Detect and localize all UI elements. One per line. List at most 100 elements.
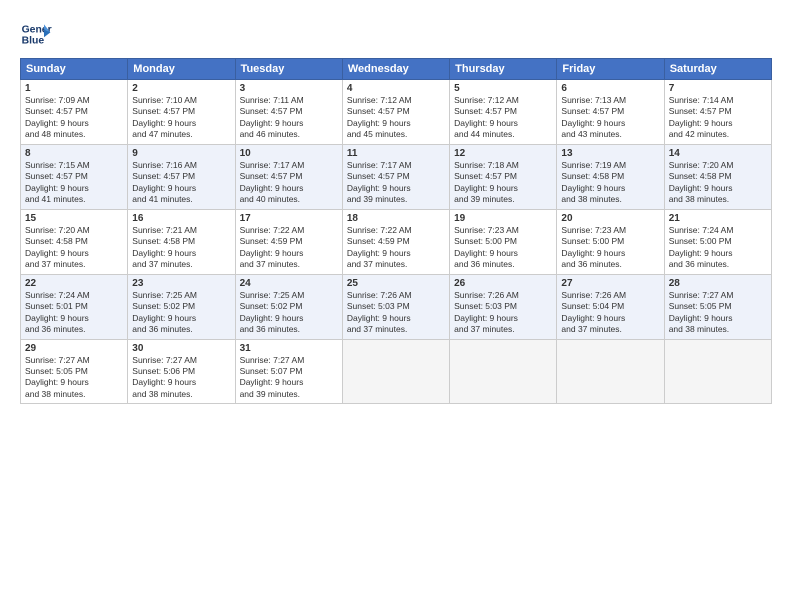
day-number: 24 bbox=[240, 278, 338, 289]
day-number: 20 bbox=[561, 213, 659, 224]
calendar-cell: 13Sunrise: 7:19 AM Sunset: 4:58 PM Dayli… bbox=[557, 144, 664, 209]
calendar-cell: 15Sunrise: 7:20 AM Sunset: 4:58 PM Dayli… bbox=[21, 209, 128, 274]
col-header-monday: Monday bbox=[128, 59, 235, 80]
day-number: 1 bbox=[25, 83, 123, 94]
day-info: Sunrise: 7:20 AM Sunset: 4:58 PM Dayligh… bbox=[669, 160, 767, 206]
day-info: Sunrise: 7:26 AM Sunset: 5:04 PM Dayligh… bbox=[561, 290, 659, 336]
logo: General Blue bbox=[20, 18, 52, 50]
calendar-cell: 27Sunrise: 7:26 AM Sunset: 5:04 PM Dayli… bbox=[557, 274, 664, 339]
calendar-cell: 14Sunrise: 7:20 AM Sunset: 4:58 PM Dayli… bbox=[664, 144, 771, 209]
day-info: Sunrise: 7:12 AM Sunset: 4:57 PM Dayligh… bbox=[347, 95, 445, 141]
day-info: Sunrise: 7:17 AM Sunset: 4:57 PM Dayligh… bbox=[240, 160, 338, 206]
day-number: 28 bbox=[669, 278, 767, 289]
day-info: Sunrise: 7:26 AM Sunset: 5:03 PM Dayligh… bbox=[454, 290, 552, 336]
calendar-cell: 1Sunrise: 7:09 AM Sunset: 4:57 PM Daylig… bbox=[21, 80, 128, 145]
calendar-table: SundayMondayTuesdayWednesdayThursdayFrid… bbox=[20, 58, 772, 404]
day-info: Sunrise: 7:27 AM Sunset: 5:07 PM Dayligh… bbox=[240, 355, 338, 401]
day-number: 30 bbox=[132, 343, 230, 354]
day-info: Sunrise: 7:19 AM Sunset: 4:58 PM Dayligh… bbox=[561, 160, 659, 206]
day-number: 18 bbox=[347, 213, 445, 224]
col-header-thursday: Thursday bbox=[450, 59, 557, 80]
calendar-cell: 2Sunrise: 7:10 AM Sunset: 4:57 PM Daylig… bbox=[128, 80, 235, 145]
day-number: 25 bbox=[347, 278, 445, 289]
calendar-cell: 22Sunrise: 7:24 AM Sunset: 5:01 PM Dayli… bbox=[21, 274, 128, 339]
day-info: Sunrise: 7:20 AM Sunset: 4:58 PM Dayligh… bbox=[25, 225, 123, 271]
calendar-cell: 8Sunrise: 7:15 AM Sunset: 4:57 PM Daylig… bbox=[21, 144, 128, 209]
page: General Blue SundayMondayTuesdayWednesda… bbox=[0, 0, 792, 612]
calendar-cell: 31Sunrise: 7:27 AM Sunset: 5:07 PM Dayli… bbox=[235, 339, 342, 404]
day-info: Sunrise: 7:25 AM Sunset: 5:02 PM Dayligh… bbox=[240, 290, 338, 336]
day-number: 27 bbox=[561, 278, 659, 289]
calendar-cell: 6Sunrise: 7:13 AM Sunset: 4:57 PM Daylig… bbox=[557, 80, 664, 145]
calendar-cell bbox=[664, 339, 771, 404]
day-info: Sunrise: 7:15 AM Sunset: 4:57 PM Dayligh… bbox=[25, 160, 123, 206]
calendar-cell: 7Sunrise: 7:14 AM Sunset: 4:57 PM Daylig… bbox=[664, 80, 771, 145]
header: General Blue bbox=[20, 18, 772, 50]
day-number: 6 bbox=[561, 83, 659, 94]
day-info: Sunrise: 7:16 AM Sunset: 4:57 PM Dayligh… bbox=[132, 160, 230, 206]
day-info: Sunrise: 7:27 AM Sunset: 5:05 PM Dayligh… bbox=[669, 290, 767, 336]
calendar-cell: 19Sunrise: 7:23 AM Sunset: 5:00 PM Dayli… bbox=[450, 209, 557, 274]
calendar-cell: 30Sunrise: 7:27 AM Sunset: 5:06 PM Dayli… bbox=[128, 339, 235, 404]
svg-text:Blue: Blue bbox=[22, 36, 45, 47]
calendar-cell: 26Sunrise: 7:26 AM Sunset: 5:03 PM Dayli… bbox=[450, 274, 557, 339]
day-number: 13 bbox=[561, 148, 659, 159]
day-info: Sunrise: 7:25 AM Sunset: 5:02 PM Dayligh… bbox=[132, 290, 230, 336]
calendar-cell: 3Sunrise: 7:11 AM Sunset: 4:57 PM Daylig… bbox=[235, 80, 342, 145]
day-number: 2 bbox=[132, 83, 230, 94]
calendar-cell bbox=[450, 339, 557, 404]
day-info: Sunrise: 7:24 AM Sunset: 5:00 PM Dayligh… bbox=[669, 225, 767, 271]
day-number: 8 bbox=[25, 148, 123, 159]
col-header-friday: Friday bbox=[557, 59, 664, 80]
col-header-saturday: Saturday bbox=[664, 59, 771, 80]
day-info: Sunrise: 7:26 AM Sunset: 5:03 PM Dayligh… bbox=[347, 290, 445, 336]
calendar-cell: 10Sunrise: 7:17 AM Sunset: 4:57 PM Dayli… bbox=[235, 144, 342, 209]
day-info: Sunrise: 7:23 AM Sunset: 5:00 PM Dayligh… bbox=[454, 225, 552, 271]
day-info: Sunrise: 7:22 AM Sunset: 4:59 PM Dayligh… bbox=[240, 225, 338, 271]
calendar-cell: 25Sunrise: 7:26 AM Sunset: 5:03 PM Dayli… bbox=[342, 274, 449, 339]
col-header-wednesday: Wednesday bbox=[342, 59, 449, 80]
day-info: Sunrise: 7:11 AM Sunset: 4:57 PM Dayligh… bbox=[240, 95, 338, 141]
day-number: 29 bbox=[25, 343, 123, 354]
day-info: Sunrise: 7:17 AM Sunset: 4:57 PM Dayligh… bbox=[347, 160, 445, 206]
calendar-cell: 24Sunrise: 7:25 AM Sunset: 5:02 PM Dayli… bbox=[235, 274, 342, 339]
day-number: 7 bbox=[669, 83, 767, 94]
calendar-cell: 11Sunrise: 7:17 AM Sunset: 4:57 PM Dayli… bbox=[342, 144, 449, 209]
day-number: 23 bbox=[132, 278, 230, 289]
calendar-cell: 18Sunrise: 7:22 AM Sunset: 4:59 PM Dayli… bbox=[342, 209, 449, 274]
day-number: 4 bbox=[347, 83, 445, 94]
day-number: 19 bbox=[454, 213, 552, 224]
day-number: 12 bbox=[454, 148, 552, 159]
calendar-cell: 17Sunrise: 7:22 AM Sunset: 4:59 PM Dayli… bbox=[235, 209, 342, 274]
calendar-cell: 12Sunrise: 7:18 AM Sunset: 4:57 PM Dayli… bbox=[450, 144, 557, 209]
calendar-cell: 16Sunrise: 7:21 AM Sunset: 4:58 PM Dayli… bbox=[128, 209, 235, 274]
calendar-cell: 4Sunrise: 7:12 AM Sunset: 4:57 PM Daylig… bbox=[342, 80, 449, 145]
calendar-cell: 20Sunrise: 7:23 AM Sunset: 5:00 PM Dayli… bbox=[557, 209, 664, 274]
day-number: 16 bbox=[132, 213, 230, 224]
col-header-sunday: Sunday bbox=[21, 59, 128, 80]
calendar-cell bbox=[557, 339, 664, 404]
day-info: Sunrise: 7:27 AM Sunset: 5:05 PM Dayligh… bbox=[25, 355, 123, 401]
calendar-cell bbox=[342, 339, 449, 404]
day-info: Sunrise: 7:21 AM Sunset: 4:58 PM Dayligh… bbox=[132, 225, 230, 271]
day-number: 17 bbox=[240, 213, 338, 224]
day-number: 15 bbox=[25, 213, 123, 224]
calendar-cell: 28Sunrise: 7:27 AM Sunset: 5:05 PM Dayli… bbox=[664, 274, 771, 339]
day-number: 10 bbox=[240, 148, 338, 159]
calendar-cell: 29Sunrise: 7:27 AM Sunset: 5:05 PM Dayli… bbox=[21, 339, 128, 404]
day-info: Sunrise: 7:10 AM Sunset: 4:57 PM Dayligh… bbox=[132, 95, 230, 141]
day-info: Sunrise: 7:24 AM Sunset: 5:01 PM Dayligh… bbox=[25, 290, 123, 336]
logo-icon: General Blue bbox=[20, 18, 52, 50]
col-header-tuesday: Tuesday bbox=[235, 59, 342, 80]
day-info: Sunrise: 7:12 AM Sunset: 4:57 PM Dayligh… bbox=[454, 95, 552, 141]
day-info: Sunrise: 7:18 AM Sunset: 4:57 PM Dayligh… bbox=[454, 160, 552, 206]
day-number: 9 bbox=[132, 148, 230, 159]
day-number: 21 bbox=[669, 213, 767, 224]
day-number: 22 bbox=[25, 278, 123, 289]
day-info: Sunrise: 7:22 AM Sunset: 4:59 PM Dayligh… bbox=[347, 225, 445, 271]
calendar-cell: 23Sunrise: 7:25 AM Sunset: 5:02 PM Dayli… bbox=[128, 274, 235, 339]
day-number: 5 bbox=[454, 83, 552, 94]
day-number: 11 bbox=[347, 148, 445, 159]
day-info: Sunrise: 7:23 AM Sunset: 5:00 PM Dayligh… bbox=[561, 225, 659, 271]
day-number: 3 bbox=[240, 83, 338, 94]
